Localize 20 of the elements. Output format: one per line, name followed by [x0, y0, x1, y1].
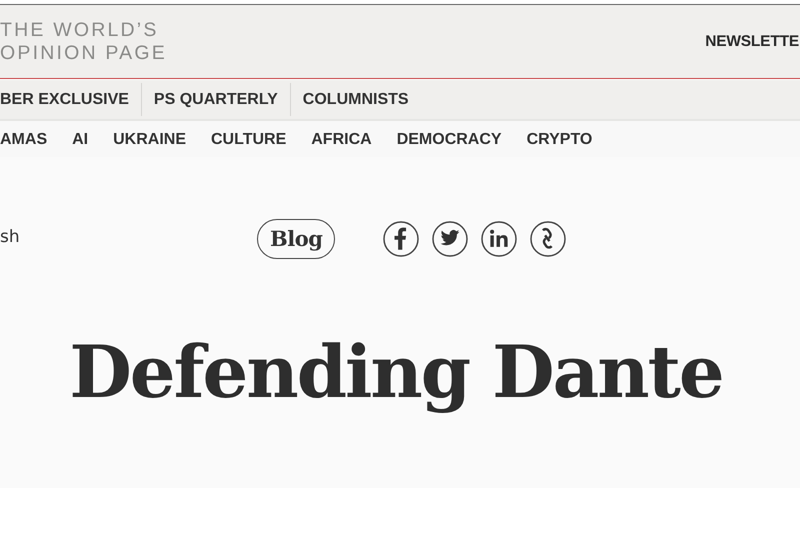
- topic-link[interactable]: CULTURE: [211, 130, 286, 148]
- tagline-text: THE WORLD’S: [0, 18, 160, 42]
- topic-link[interactable]: UKRAINE: [113, 130, 186, 148]
- linkedin-icon[interactable]: [481, 221, 518, 257]
- nav-link[interactable]: PS QUARTERLY: [140, 83, 290, 116]
- blog-badge[interactable]: Blog: [257, 219, 336, 259]
- nav-link[interactable]: COLUMNISTS: [290, 83, 421, 116]
- newsletter-link[interactable]: NEWSLETTE: [705, 32, 799, 50]
- topic-link[interactable]: AFRICA: [311, 130, 372, 148]
- article-title: Defending Dante: [68, 329, 724, 414]
- topic-link[interactable]: CRYPTO: [526, 130, 592, 148]
- nav-link[interactable]: BER EXCLUSIVE: [0, 83, 141, 116]
- tagline-text: OPINION PAGE: [0, 42, 167, 64]
- topic-link[interactable]: AI: [72, 130, 88, 148]
- facebook-icon[interactable]: [383, 221, 420, 257]
- topic-link[interactable]: AMAS: [0, 130, 48, 148]
- bird-icon[interactable]: [432, 221, 468, 257]
- language-label: sh: [0, 227, 21, 247]
- topic-link[interactable]: DEMOCRACY: [396, 130, 502, 148]
- link-icon[interactable]: [530, 221, 566, 257]
